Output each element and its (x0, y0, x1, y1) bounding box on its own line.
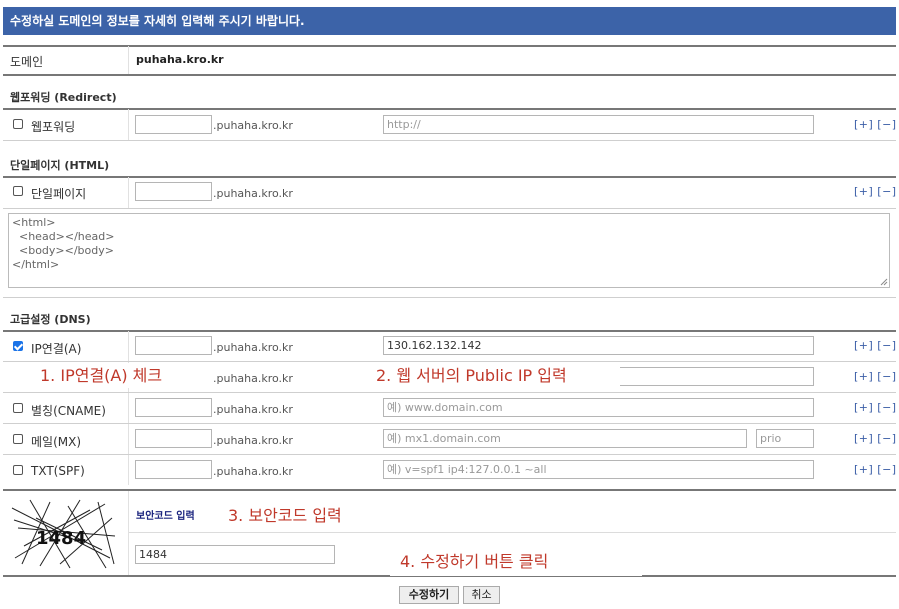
dns-subdomain-input[interactable] (135, 336, 212, 355)
add-remove-controls[interactable]: [+] [−] (854, 185, 897, 198)
dns-value-input[interactable] (383, 429, 747, 448)
divider (3, 489, 896, 491)
add-remove-controls[interactable]: [+] [−] (854, 370, 897, 383)
domain-suffix: .puhaha.kro.kr (213, 403, 293, 416)
html-subdomain-input[interactable] (135, 182, 212, 201)
divider (128, 491, 129, 575)
dns-row-checkbox[interactable] (13, 403, 23, 413)
divider (128, 455, 129, 485)
dns-row-label: TXT(SPF) (31, 464, 85, 478)
dns-value-input[interactable] (383, 398, 814, 417)
dns-subdomain-input[interactable] (135, 460, 212, 479)
domain-suffix: .puhaha.kro.kr (213, 434, 293, 447)
divider (128, 393, 129, 423)
resize-grip-icon[interactable] (880, 278, 888, 286)
annotation-step-1: 1. IP연결(A) 체크 (12, 363, 212, 388)
domain-suffix: .puhaha.kro.kr (213, 465, 293, 478)
divider (3, 297, 896, 298)
divider (129, 532, 896, 533)
submit-button[interactable]: 수정하기 (399, 586, 459, 604)
domain-label: 도메인 (10, 55, 44, 69)
divider (3, 392, 896, 393)
svg-text:1484: 1484 (36, 528, 86, 549)
divider (3, 361, 896, 362)
html-code-textarea[interactable]: <html> <head></head> <body></body> </htm… (8, 213, 890, 288)
section-title-html: 단일페이지 (HTML) (10, 159, 110, 172)
divider (128, 46, 129, 74)
annotation-step-3: 3. 보안코드 입력 (222, 504, 348, 528)
redirect-url-input[interactable] (383, 115, 814, 134)
dns-value-input[interactable] (383, 460, 814, 479)
divider (3, 108, 896, 110)
dns-subdomain-input[interactable] (135, 398, 212, 417)
annotation-step-4: 4. 수정하기 버튼 클릭 (390, 548, 642, 576)
html-label: 단일페이지 (31, 187, 87, 201)
redirect-label: 웹포워딩 (31, 120, 76, 134)
mx-priority-input[interactable] (756, 429, 814, 448)
redirect-checkbox[interactable] (13, 119, 23, 129)
divider (3, 330, 896, 332)
dns-row-label: 메일(MX) (31, 435, 82, 449)
add-remove-controls[interactable]: [+] [−] (854, 401, 897, 414)
add-remove-controls[interactable]: [+] [−] (854, 432, 897, 445)
divider (3, 74, 896, 76)
divider (128, 109, 129, 140)
html-checkbox[interactable] (13, 186, 23, 196)
dns-row-checkbox[interactable] (13, 341, 23, 351)
captcha-input[interactable] (135, 545, 335, 564)
add-remove-controls[interactable]: [+] [−] (854, 339, 897, 352)
domain-suffix: .puhaha.kro.kr (213, 372, 293, 385)
divider (3, 140, 896, 141)
dns-row-label: 별칭(CNAME) (31, 404, 106, 418)
domain-suffix: .puhaha.kro.kr (213, 187, 293, 200)
divider (3, 176, 896, 178)
cancel-button[interactable]: 취소 (463, 586, 500, 604)
dns-row-checkbox[interactable] (13, 434, 23, 444)
divider (128, 177, 129, 208)
dns-row-checkbox[interactable] (13, 465, 23, 475)
divider (3, 208, 896, 209)
divider (128, 331, 129, 361)
dns-value-input[interactable] (383, 336, 814, 355)
divider (3, 454, 896, 455)
captcha-label: 보안코드 입력 (136, 511, 195, 522)
section-title-redirect: 웹포워딩 (Redirect) (10, 91, 117, 104)
dns-row-label: IP연결(A) (31, 342, 82, 356)
divider (3, 45, 896, 47)
divider (3, 423, 896, 424)
add-remove-controls[interactable]: [+] [−] (854, 463, 897, 476)
dns-subdomain-input[interactable] (135, 429, 212, 448)
domain-suffix: .puhaha.kro.kr (213, 341, 293, 354)
divider (128, 424, 129, 454)
annotation-step-2: 2. 웹 서버의 Public IP 입력 (368, 363, 620, 388)
section-title-dns: 고급설정 (DNS) (10, 313, 91, 326)
redirect-subdomain-input[interactable] (135, 115, 212, 134)
page-header: 수정하실 도메인의 정보를 자세히 입력해 주시기 바랍니다. (3, 7, 896, 35)
domain-suffix: .puhaha.kro.kr (213, 119, 293, 132)
add-remove-controls[interactable]: [+] [−] (854, 118, 897, 131)
captcha-image: 1484 (11, 499, 116, 569)
domain-value: puhaha.kro.kr (136, 53, 224, 66)
